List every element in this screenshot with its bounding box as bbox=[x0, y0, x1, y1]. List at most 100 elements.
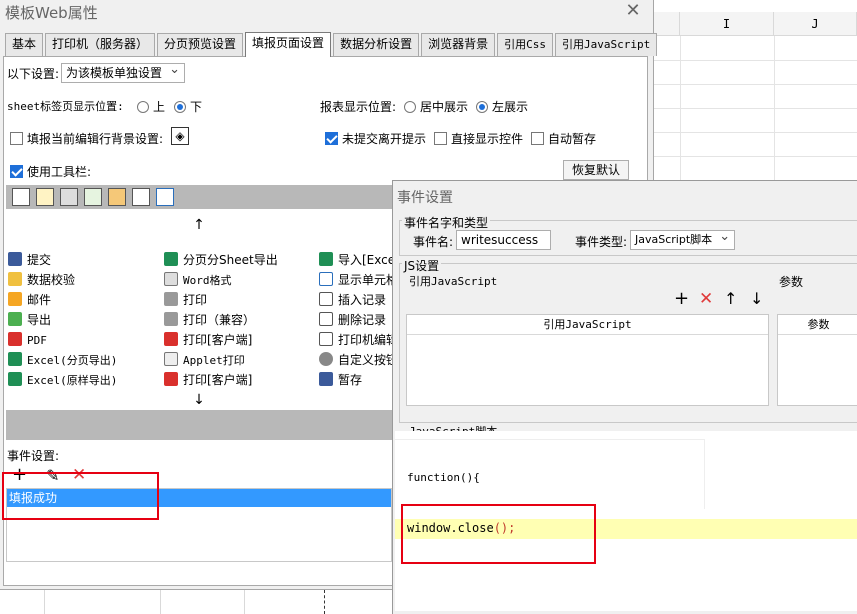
list-item[interactable]: 打印[客户端] bbox=[164, 371, 252, 389]
move-down-icon[interactable]: ↓ bbox=[750, 289, 763, 308]
list-item[interactable]: 显示单元格 bbox=[319, 271, 392, 289]
tab-printer-server[interactable]: 打印机（服务器） bbox=[45, 33, 156, 56]
delete-row-icon bbox=[319, 312, 333, 326]
list-item[interactable]: 自定义按钮 bbox=[319, 351, 392, 369]
show-cell-icon[interactable] bbox=[156, 188, 174, 206]
close-icon[interactable]: ✕ bbox=[624, 0, 642, 22]
radio-icon bbox=[137, 101, 149, 113]
unsubmitted-prompt-checkbox[interactable]: 未提交离开提示 bbox=[325, 130, 426, 147]
list-item[interactable]: 提交 bbox=[8, 251, 51, 269]
list-item[interactable]: 打印机编辑 bbox=[319, 331, 392, 349]
list-item[interactable]: 删除记录 bbox=[319, 311, 392, 329]
js-settings-group-label: JS设置 bbox=[402, 257, 442, 274]
radio-sheet-top[interactable]: 上 bbox=[137, 98, 165, 115]
event-type-label: 事件类型: bbox=[575, 235, 628, 249]
event-name-input[interactable]: writesuccess bbox=[456, 230, 551, 250]
list-item[interactable]: 导入[Excel] bbox=[319, 251, 392, 269]
code-editor[interactable]: function(){ window.close(); bbox=[395, 431, 857, 611]
excel-icon bbox=[8, 352, 22, 366]
list-item[interactable]: 打印 bbox=[164, 291, 207, 309]
insert-row-icon[interactable] bbox=[132, 188, 150, 206]
event-item-fill-success[interactable]: 填报成功 bbox=[7, 489, 391, 507]
excel-icon bbox=[8, 372, 22, 386]
insert-row-icon bbox=[319, 292, 333, 306]
list-item[interactable]: 打印[客户端] bbox=[164, 331, 252, 349]
list-item[interactable]: 插入记录 bbox=[319, 291, 392, 309]
temp-save-icon bbox=[319, 372, 333, 386]
list-item[interactable]: Excel(分页导出) bbox=[8, 351, 117, 369]
column-header-j[interactable]: J bbox=[774, 12, 857, 36]
tab-basic[interactable]: 基本 bbox=[5, 33, 44, 56]
delete-icon[interactable]: ✕ bbox=[72, 465, 86, 485]
tab-page-preview[interactable]: 分页预览设置 bbox=[157, 33, 244, 56]
print-icon bbox=[164, 292, 178, 306]
radio-icon bbox=[404, 101, 416, 113]
tab-browser-background[interactable]: 浏览器背景 bbox=[421, 33, 496, 56]
restore-default-button[interactable]: 恢复默认 bbox=[563, 160, 629, 180]
code-line-function: function(){ bbox=[407, 471, 480, 484]
settings-scope-select[interactable]: 为该模板单独设置 bbox=[61, 61, 186, 83]
tab-data-analysis[interactable]: 数据分析设置 bbox=[333, 33, 420, 56]
settings-label: 以下设置: bbox=[7, 67, 60, 81]
radio-report-center[interactable]: 居中展示 bbox=[404, 98, 468, 115]
code-line-window-close: window.close(); bbox=[407, 521, 516, 535]
event-type-select[interactable]: JavaScript脚本 bbox=[630, 228, 736, 250]
show-cell-icon bbox=[319, 272, 333, 286]
direct-control-checkbox[interactable]: 直接显示控件 bbox=[434, 130, 523, 147]
validate-icon bbox=[8, 272, 22, 286]
event-list: 填报成功 bbox=[6, 488, 392, 562]
add-icon[interactable]: + bbox=[12, 464, 27, 485]
checkbox-checked-icon bbox=[10, 165, 23, 178]
tab-ref-css[interactable]: 引用Css bbox=[497, 33, 553, 56]
autosave-checkbox[interactable]: 自动暂存 bbox=[531, 130, 596, 147]
tab-ref-javascript[interactable]: 引用JavaScript bbox=[554, 33, 658, 56]
list-item[interactable]: PDF bbox=[8, 331, 47, 349]
list-item[interactable]: 导出 bbox=[8, 311, 51, 329]
add-icon[interactable]: + bbox=[674, 288, 689, 309]
list-item[interactable]: 打印（兼容） bbox=[164, 311, 255, 329]
validate-icon[interactable] bbox=[36, 188, 54, 206]
list-item[interactable]: 分页分Sheet导出 bbox=[164, 251, 278, 269]
ref-javascript-list[interactable]: 引用JavaScript bbox=[406, 314, 769, 406]
bg-setting-checkbox[interactable]: 填报当前编辑行背景设置: bbox=[10, 130, 163, 147]
move-up-icon[interactable]: ↑ bbox=[6, 217, 392, 235]
paint-bucket-icon[interactable]: ◈ bbox=[171, 127, 189, 145]
toolbar-preview bbox=[6, 185, 392, 209]
list-item[interactable]: 暂存 bbox=[319, 371, 392, 389]
edit-icon[interactable]: ✎ bbox=[46, 466, 59, 485]
tab-fill-page[interactable]: 填报页面设置 bbox=[245, 32, 332, 57]
params-label: 参数 bbox=[779, 275, 804, 289]
list-item[interactable]: 数据校验 bbox=[8, 271, 75, 289]
move-down-icon[interactable]: ↓ bbox=[6, 392, 392, 410]
export-icon[interactable] bbox=[84, 188, 102, 206]
checkbox-icon bbox=[434, 132, 447, 145]
radio-selected-icon bbox=[174, 101, 186, 113]
toolbar-bottom-strip bbox=[6, 410, 392, 440]
list-item[interactable]: Applet打印 bbox=[164, 351, 245, 369]
mail-icon[interactable] bbox=[108, 188, 126, 206]
print-icon[interactable] bbox=[60, 188, 78, 206]
mail-icon bbox=[8, 292, 22, 306]
checkbox-icon bbox=[10, 132, 23, 145]
radio-report-left[interactable]: 左展示 bbox=[476, 98, 528, 115]
list-item[interactable]: Word格式 bbox=[164, 271, 232, 289]
save-icon[interactable] bbox=[12, 188, 30, 206]
list-item[interactable]: 邮件 bbox=[8, 291, 51, 309]
list-item[interactable]: Excel(原样导出) bbox=[8, 371, 117, 389]
move-up-icon[interactable]: ↑ bbox=[724, 289, 737, 308]
ref-javascript-label: 引用JavaScript bbox=[409, 275, 498, 288]
event-name-label: 事件名: bbox=[413, 235, 454, 249]
import-excel-icon bbox=[319, 252, 333, 266]
report-position-label: 报表显示位置: bbox=[320, 100, 397, 114]
checkbox-icon bbox=[531, 132, 544, 145]
move-icon bbox=[319, 332, 333, 346]
pdf-print-icon bbox=[164, 332, 178, 346]
use-toolbar-checkbox[interactable]: 使用工具栏: bbox=[10, 163, 91, 180]
tab-bar: 基本 打印机（服务器） 分页预览设置 填报页面设置 数据分析设置 浏览器背景 引… bbox=[5, 32, 659, 57]
radio-sheet-bottom[interactable]: 下 bbox=[174, 98, 202, 115]
delete-icon[interactable]: ✕ bbox=[699, 289, 713, 309]
params-list[interactable]: 参数 bbox=[777, 314, 857, 406]
radio-selected-icon bbox=[476, 101, 488, 113]
params-header: 参数 bbox=[778, 315, 857, 335]
column-header-i[interactable]: I bbox=[680, 12, 774, 36]
